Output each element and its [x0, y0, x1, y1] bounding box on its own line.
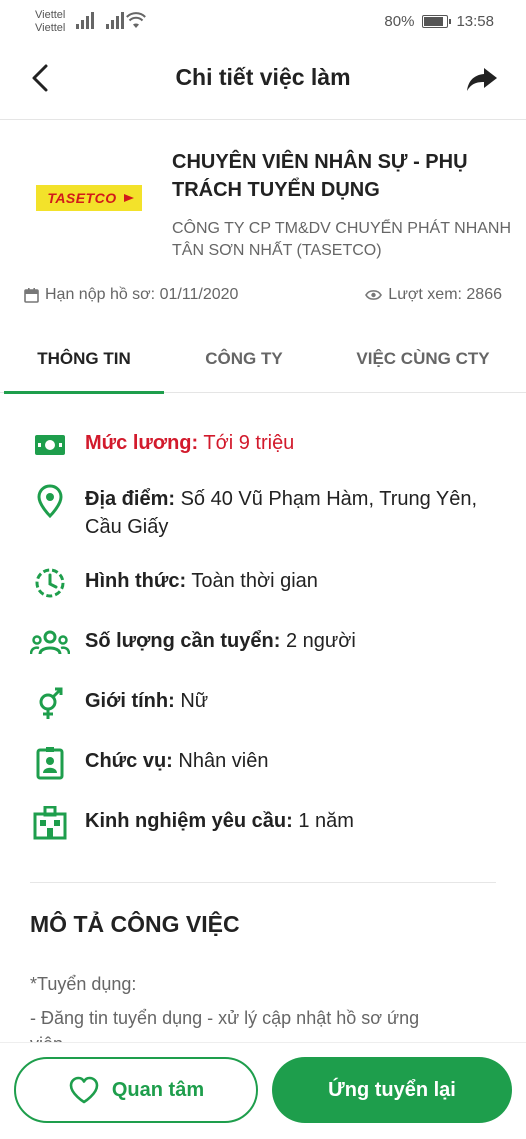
status-bar: Viettel Viettel 80% 13:58 — [0, 0, 526, 46]
tab-company[interactable]: CÔNG TY — [160, 325, 328, 393]
job-meta: Hạn nộp hồ sơ: 01/11/2020 Lượt xem: 2866 — [24, 286, 502, 308]
company-logo: TASETCO — [36, 185, 142, 211]
follow-label: Quan tâm — [111, 1078, 205, 1101]
building-icon — [30, 806, 70, 840]
clock: 13:58 — [456, 13, 494, 30]
description-title: MÔ TẢ CÔNG VIỆC — [30, 911, 240, 937]
gender-label: Giới tính: — [85, 690, 175, 712]
follow-button[interactable]: Quan tâm — [14, 1057, 258, 1123]
position-value: Nhân viên — [178, 750, 269, 772]
tab-info[interactable]: THÔNG TIN — [0, 325, 168, 394]
gender-value: Nữ — [180, 690, 209, 712]
quantity-label: Số lượng cần tuyển: — [85, 630, 281, 652]
battery-percent: 80% — [384, 13, 415, 30]
share-icon — [467, 68, 497, 91]
clock-icon — [30, 567, 70, 599]
gender-icon — [30, 687, 70, 719]
tab-bar: THÔNG TIN CÔNG TY VIỆC CÙNG CTY — [0, 325, 526, 394]
signal-icon-2 — [106, 12, 124, 29]
app-header: Chi tiết việc làm — [0, 46, 526, 120]
status-right: 80% 13:58 — [384, 13, 494, 30]
badge-icon — [30, 747, 70, 780]
heart-icon — [69, 1076, 99, 1104]
work-type-label: Hình thức: — [85, 570, 187, 592]
section-divider — [30, 882, 496, 883]
carrier-2: Viettel — [35, 22, 66, 34]
apply-button[interactable]: Ứng tuyển lại — [272, 1057, 512, 1123]
wifi-icon — [126, 12, 146, 28]
calendar-icon — [24, 287, 39, 303]
battery-icon — [422, 15, 452, 28]
people-icon — [30, 627, 70, 659]
money-icon — [30, 429, 70, 461]
signal-icon — [76, 12, 94, 29]
position-label: Chức vụ: — [85, 750, 173, 772]
tab-same-company-jobs[interactable]: VIỆC CÙNG CTY — [328, 325, 518, 393]
location-label: Địa điểm: — [85, 488, 176, 510]
carrier-1: Viettel — [35, 9, 66, 21]
work-type-value: Toàn thời gian — [191, 570, 318, 592]
view-count: Lượt xem: 2866 — [365, 286, 502, 304]
job-title: CHUYÊN VIÊN NHÂN SỰ - PHỤ TRÁCH TUYỂN DỤ… — [172, 151, 468, 201]
experience-value: 1 năm — [298, 810, 354, 832]
page-title: Chi tiết việc làm — [175, 64, 351, 90]
deadline: Hạn nộp hồ sơ: 01/11/2020 — [24, 286, 238, 304]
description-line: *Tuyển dụng: — [30, 974, 137, 994]
location-pin-icon — [30, 484, 70, 518]
company-logo-text: TASETCO — [47, 190, 117, 206]
deadline-text: Hạn nộp hồ sơ: 01/11/2020 — [45, 286, 239, 303]
experience-label: Kinh nghiệm yêu cầu: — [85, 810, 293, 832]
eye-icon — [365, 290, 383, 300]
share-button[interactable] — [464, 62, 500, 98]
bottom-action-bar: Quan tâm Ứng tuyển lại — [0, 1042, 526, 1139]
salary-label: Mức lương: — [85, 432, 199, 454]
carrier-labels: Viettel Viettel — [35, 9, 65, 35]
quantity-value: 2 người — [285, 630, 356, 652]
logo-arrow — [124, 194, 134, 202]
view-count-text: Lượt xem: 2866 — [388, 286, 502, 303]
description-line: - Đăng tin tuyển dụng - xử lý cập nhật h… — [30, 1008, 420, 1028]
company-name[interactable]: CÔNG TY CP TM&DV CHUYỂN PHÁT NHANH TÂN S… — [172, 218, 512, 262]
salary-value: Tới 9 triệu — [203, 432, 295, 454]
